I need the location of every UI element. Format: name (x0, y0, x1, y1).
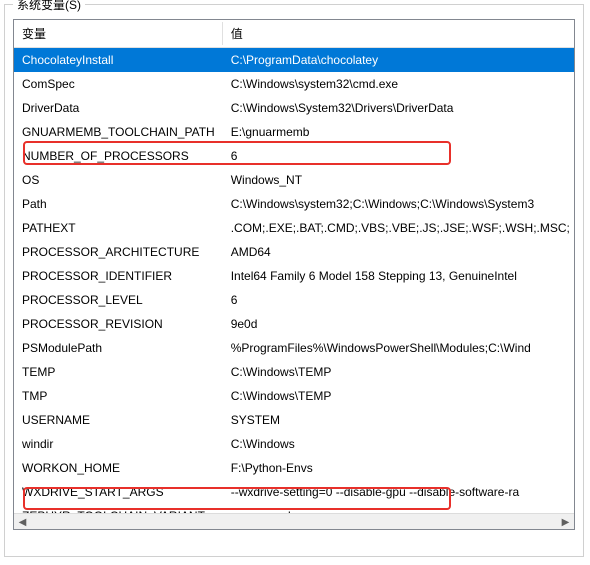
cell-var-value: .COM;.EXE;.BAT;.CMD;.VBS;.VBE;.JS;.JSE;.… (223, 216, 574, 240)
cell-var-name: PATHEXT (14, 216, 223, 240)
cell-var-name: WORKON_HOME (14, 456, 223, 480)
cell-var-name: ComSpec (14, 72, 223, 96)
cell-var-name: ZEPHYR_TOOLCHAIN_VARIANT (14, 504, 223, 513)
column-header-value[interactable]: 值 (223, 20, 574, 48)
cell-var-name: PROCESSOR_IDENTIFIER (14, 264, 223, 288)
column-header-name[interactable]: 变量 (14, 20, 223, 48)
cell-var-name: DriverData (14, 96, 223, 120)
cell-var-name: GNUARMEMB_TOOLCHAIN_PATH (14, 120, 223, 144)
table-row[interactable]: DriverDataC:\Windows\System32\Drivers\Dr… (14, 96, 574, 120)
table-row[interactable]: OSWindows_NT (14, 168, 574, 192)
cell-var-name: PSModulePath (14, 336, 223, 360)
cell-var-name: WXDRIVE_START_ARGS (14, 480, 223, 504)
cell-var-value: C:\Windows\system32\cmd.exe (223, 72, 574, 96)
cell-var-value: Intel64 Family 6 Model 158 Stepping 13, … (223, 264, 574, 288)
cell-var-name: windir (14, 432, 223, 456)
cell-var-value: Windows_NT (223, 168, 574, 192)
table-row[interactable]: PathC:\Windows\system32;C:\Windows;C:\Wi… (14, 192, 574, 216)
scroll-left-button[interactable]: ◀ (14, 514, 31, 530)
cell-var-name: USERNAME (14, 408, 223, 432)
cell-var-value: E:\gnuarmemb (223, 120, 574, 144)
cell-var-value: gnuarmemb (223, 504, 574, 513)
cell-var-name: TMP (14, 384, 223, 408)
cell-var-value: C:\Windows\TEMP (223, 384, 574, 408)
table-row[interactable]: GNUARMEMB_TOOLCHAIN_PATHE:\gnuarmemb (14, 120, 574, 144)
cell-var-value: SYSTEM (223, 408, 574, 432)
cell-var-value: C:\Windows (223, 432, 574, 456)
cell-var-value: 6 (223, 288, 574, 312)
cell-var-value: C:\Windows\system32;C:\Windows;C:\Window… (223, 192, 574, 216)
cell-var-name: OS (14, 168, 223, 192)
cell-var-value: --wxdrive-setting=0 --disable-gpu --disa… (223, 480, 574, 504)
cell-var-value: C:\Windows\System32\Drivers\DriverData (223, 96, 574, 120)
table-row[interactable]: PATHEXT.COM;.EXE;.BAT;.CMD;.VBS;.VBE;.JS… (14, 216, 574, 240)
cell-var-value: F:\Python-Envs (223, 456, 574, 480)
table-row[interactable]: USERNAMESYSTEM (14, 408, 574, 432)
cell-var-value: 6 (223, 144, 574, 168)
cell-var-value: 9e0d (223, 312, 574, 336)
table-scroll-area[interactable]: 变量 值 ChocolateyInstallC:\ProgramData\cho… (14, 20, 574, 513)
system-variables-group: 系统变量(S) 变量 值 ChocolateyInstallC:\Program… (4, 4, 584, 557)
table-row[interactable]: NUMBER_OF_PROCESSORS6 (14, 144, 574, 168)
table-row[interactable]: WORKON_HOMEF:\Python-Envs (14, 456, 574, 480)
cell-var-name: NUMBER_OF_PROCESSORS (14, 144, 223, 168)
table-row[interactable]: TMPC:\Windows\TEMP (14, 384, 574, 408)
table-row[interactable]: TEMPC:\Windows\TEMP (14, 360, 574, 384)
table-row[interactable]: PSModulePath%ProgramFiles%\WindowsPowerS… (14, 336, 574, 360)
table-row[interactable]: PROCESSOR_IDENTIFIERIntel64 Family 6 Mod… (14, 264, 574, 288)
cell-var-value: AMD64 (223, 240, 574, 264)
table-row[interactable]: windirC:\Windows (14, 432, 574, 456)
table-row[interactable]: PROCESSOR_REVISION9e0d (14, 312, 574, 336)
table-row[interactable]: PROCESSOR_LEVEL6 (14, 288, 574, 312)
table-row[interactable]: ComSpecC:\Windows\system32\cmd.exe (14, 72, 574, 96)
table-row[interactable]: ZEPHYR_TOOLCHAIN_VARIANTgnuarmemb (14, 504, 574, 513)
cell-var-name: PROCESSOR_LEVEL (14, 288, 223, 312)
cell-var-name: ChocolateyInstall (14, 48, 223, 73)
cell-var-value: %ProgramFiles%\WindowsPowerShell\Modules… (223, 336, 574, 360)
cell-var-name: TEMP (14, 360, 223, 384)
cell-var-value: C:\Windows\TEMP (223, 360, 574, 384)
cell-var-name: Path (14, 192, 223, 216)
cell-var-name: PROCESSOR_REVISION (14, 312, 223, 336)
scroll-right-button[interactable]: ▶ (557, 514, 574, 530)
table-row[interactable]: ChocolateyInstallC:\ProgramData\chocolat… (14, 48, 574, 73)
cell-var-value: C:\ProgramData\chocolatey (223, 48, 574, 73)
env-var-table-container: 变量 值 ChocolateyInstallC:\ProgramData\cho… (13, 19, 575, 530)
horizontal-scrollbar[interactable]: ◀ ▶ (14, 513, 574, 530)
table-row[interactable]: PROCESSOR_ARCHITECTUREAMD64 (14, 240, 574, 264)
group-label: 系统变量(S) (13, 0, 85, 13)
cell-var-name: PROCESSOR_ARCHITECTURE (14, 240, 223, 264)
table-header-row: 变量 值 (14, 20, 574, 48)
env-var-table[interactable]: 变量 值 ChocolateyInstallC:\ProgramData\cho… (14, 20, 574, 513)
table-row[interactable]: WXDRIVE_START_ARGS--wxdrive-setting=0 --… (14, 480, 574, 504)
